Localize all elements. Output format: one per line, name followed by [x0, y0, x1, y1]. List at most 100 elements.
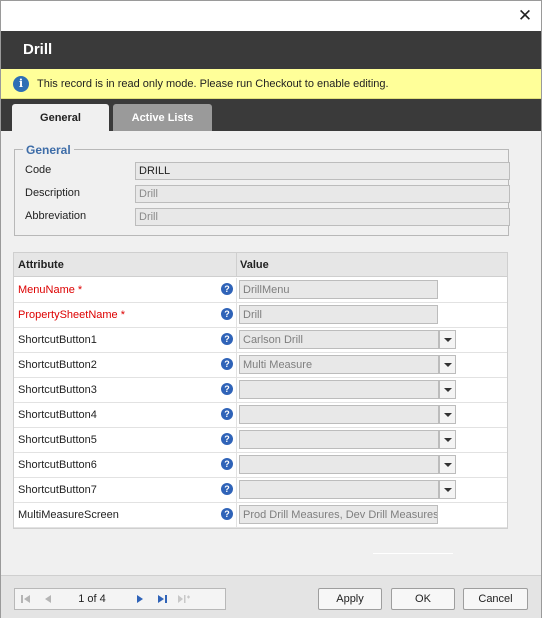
column-divider	[236, 303, 237, 328]
column-divider	[236, 278, 237, 303]
table-row: ShortcutButton4?	[14, 403, 507, 428]
value-field[interactable]: Drill	[239, 305, 438, 324]
attribute-name: ShortcutButton2	[18, 359, 97, 371]
next-page-icon[interactable]	[129, 589, 151, 609]
attribute-name: ShortcutButton5	[18, 434, 97, 446]
drill-dialog: ✕ Drill i This record is in read only mo…	[0, 0, 542, 618]
value-select[interactable]	[239, 480, 439, 499]
chevron-down-icon[interactable]	[439, 480, 456, 499]
table-row: ShortcutButton6?	[14, 453, 507, 478]
description-label: Description	[25, 187, 81, 199]
help-icon[interactable]: ?	[221, 333, 233, 345]
title-strip: ✕	[1, 1, 541, 31]
cancel-button[interactable]: Cancel	[463, 588, 528, 610]
abbreviation-label: Abbreviation	[25, 210, 87, 222]
table-row: ShortcutButton3?	[14, 378, 507, 403]
last-page-icon[interactable]	[151, 589, 173, 609]
chevron-down-icon[interactable]	[439, 430, 456, 449]
code-row: Code DRILL	[25, 162, 510, 180]
dropdown-arrow	[443, 462, 452, 467]
abbreviation-field[interactable]: Drill	[135, 208, 510, 226]
value-select[interactable]: Carlson Drill	[239, 330, 439, 349]
record-pager: 1 of 4	[14, 588, 226, 610]
attribute-name: PropertySheetName *	[18, 309, 125, 321]
prev-page-icon[interactable]	[37, 589, 59, 609]
chevron-down-icon[interactable]	[439, 405, 456, 424]
dropdown-arrow	[443, 412, 452, 417]
chevron-down-icon[interactable]	[439, 355, 456, 374]
table-row: PropertySheetName *? Drill	[14, 303, 507, 328]
general-fieldset: General Code DRILL Description Drill Abb…	[14, 143, 510, 236]
help-icon[interactable]: ?	[221, 433, 233, 445]
help-icon[interactable]: ?	[221, 508, 233, 520]
dropdown-arrow	[443, 487, 452, 492]
attribute-name: ShortcutButton7	[18, 484, 97, 496]
column-divider	[236, 503, 237, 528]
new-record-icon[interactable]	[173, 589, 195, 609]
column-divider	[236, 353, 237, 378]
notice-text: This record is in read only mode. Please…	[37, 77, 389, 90]
table-row: ShortcutButton7?	[14, 478, 507, 503]
tab-general[interactable]: General	[12, 104, 109, 131]
help-icon[interactable]: ?	[221, 408, 233, 420]
value-field[interactable]: DrillMenu	[239, 280, 438, 299]
dropdown-arrow	[443, 337, 452, 342]
ok-button[interactable]: OK	[391, 588, 455, 610]
code-field[interactable]: DRILL	[135, 162, 510, 180]
description-field[interactable]: Drill	[135, 185, 510, 203]
value-select[interactable]	[239, 455, 439, 474]
dropdown-arrow	[443, 387, 452, 392]
help-icon[interactable]: ?	[221, 308, 233, 320]
attribute-name: ShortcutButton6	[18, 459, 97, 471]
table-row: ShortcutButton2? Multi Measure	[14, 353, 507, 378]
column-divider	[236, 328, 237, 353]
value-select[interactable]	[239, 405, 439, 424]
column-divider	[236, 378, 237, 403]
help-icon[interactable]: ?	[221, 483, 233, 495]
attribute-name: ShortcutButton1	[18, 334, 97, 346]
close-icon[interactable]: ✕	[515, 6, 535, 26]
tab-active-lists[interactable]: Active Lists	[113, 104, 212, 131]
grid-header: Attribute Value	[14, 253, 507, 277]
value-column-header[interactable]: Value	[240, 259, 269, 271]
header-bar: Drill	[1, 31, 541, 69]
column-divider	[236, 453, 237, 478]
chevron-down-icon[interactable]	[439, 330, 456, 349]
dropdown-arrow	[443, 362, 452, 367]
page-info: 1 of 4	[78, 593, 106, 605]
apply-button[interactable]: Apply	[318, 588, 382, 610]
column-divider	[236, 478, 237, 503]
attribute-name: ShortcutButton3	[18, 384, 97, 396]
help-icon[interactable]: ?	[221, 358, 233, 370]
tab-bar: General Active Lists	[1, 99, 541, 131]
info-icon: i	[13, 75, 29, 92]
attribute-name: MultiMeasureScreen	[18, 509, 119, 521]
column-divider	[236, 253, 237, 277]
divider	[373, 553, 453, 554]
table-row: ShortcutButton5?	[14, 428, 507, 453]
first-page-icon[interactable]	[15, 589, 37, 609]
value-select[interactable]: Multi Measure	[239, 355, 439, 374]
table-row: ShortcutButton1? Carlson Drill	[14, 328, 507, 353]
description-row: Description Drill	[25, 185, 510, 203]
help-icon[interactable]: ?	[221, 383, 233, 395]
chevron-down-icon[interactable]	[439, 455, 456, 474]
value-field[interactable]: Prod Drill Measures, Dev Drill Measures	[239, 505, 438, 524]
attribute-column-header[interactable]: Attribute	[18, 259, 64, 271]
column-divider	[236, 403, 237, 428]
help-icon[interactable]: ?	[221, 283, 233, 295]
attribute-grid: Attribute Value MenuName *? DrillMenu Prop…	[13, 252, 508, 529]
abbreviation-row: Abbreviation Drill	[25, 208, 510, 226]
read-only-notice: i This record is in read only mode. Plea…	[1, 69, 541, 99]
table-row: MenuName *? DrillMenu	[14, 278, 507, 303]
table-row: MultiMeasureScreen? Prod Drill Measures, …	[14, 503, 507, 528]
attribute-name: MenuName *	[18, 284, 83, 296]
value-select[interactable]	[239, 380, 439, 399]
general-legend: General	[23, 143, 74, 157]
code-label: Code	[25, 164, 52, 176]
chevron-down-icon[interactable]	[439, 380, 456, 399]
dialog-title: Drill	[23, 41, 53, 58]
help-icon[interactable]: ?	[221, 458, 233, 470]
value-select[interactable]	[239, 430, 439, 449]
column-divider	[236, 428, 237, 453]
